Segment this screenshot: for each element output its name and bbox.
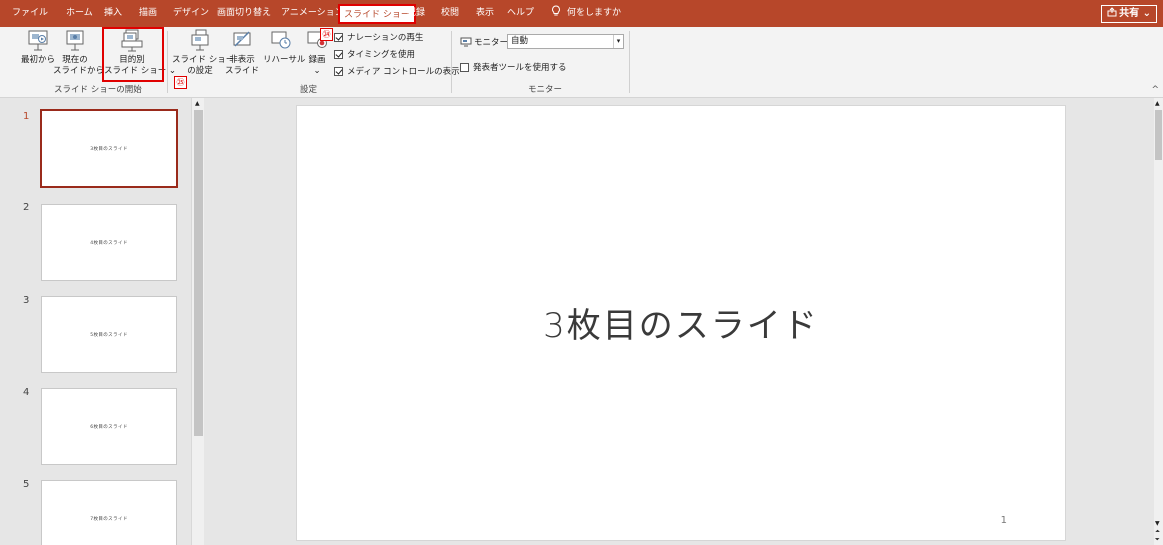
hide-slide-label-1: 非表示 [229, 55, 255, 65]
collapse-ribbon-icon[interactable]: ^ [1151, 85, 1159, 95]
presenter-view-checkbox[interactable]: 発表者ツールを使用する [460, 61, 567, 73]
thumbnail-text: 7枚目のスライド [90, 516, 128, 522]
dropdown-arrow-icon: ▾ [613, 35, 623, 48]
hide-slide-button[interactable]: 非表示 スライド [225, 29, 259, 77]
thumbnail-scrollbar[interactable]: ▲ [191, 98, 204, 545]
thumbnail-number: 1 [23, 111, 30, 122]
narration-label: ナレーションの再生 [347, 33, 424, 43]
slideshow-from-current-icon [66, 30, 84, 51]
slide-thumbnail-2[interactable]: 4枚目のスライド [41, 204, 177, 281]
group-label-monitor: モニター [528, 85, 563, 95]
highlight-box-custom-slideshow [102, 27, 164, 82]
tab-file[interactable]: ファイル [12, 0, 48, 27]
thumbnail-number: 3 [23, 295, 30, 306]
thumbnail-number: 5 [23, 479, 30, 490]
media-controls-checkbox[interactable]: メディア コントロールの表示 [334, 65, 460, 77]
tab-draw[interactable]: 描画 [139, 0, 157, 27]
from-current-button[interactable]: 現在の スライドから [53, 29, 105, 77]
callout-24: ㉔ [320, 28, 333, 41]
narration-checkbox[interactable]: ナレーションの再生 [334, 31, 423, 43]
tab-insert[interactable]: 挿入 [104, 0, 122, 27]
rehearse-timer-icon [271, 31, 291, 49]
scroll-up-icon[interactable]: ▲ [1155, 100, 1160, 107]
next-slide-icon[interactable]: ⏷ [1155, 536, 1160, 544]
slide-page-number: 1 [1000, 515, 1007, 526]
thumbnail-number: 2 [23, 202, 30, 213]
thumbnail-number: 4 [23, 387, 30, 398]
slide-thumbnail-4[interactable]: 6枚目のスライド [41, 388, 177, 465]
checkbox-checked-icon [334, 32, 343, 42]
hide-slide-label-2: スライド [225, 66, 260, 76]
slide-editing-canvas: 3枚目のスライド 1 [205, 98, 1154, 545]
tab-view[interactable]: 表示 [476, 0, 494, 27]
setup-slideshow-icon [191, 29, 209, 51]
monitor-icon [460, 37, 472, 47]
slide-title-text[interactable]: 3枚目のスライド [297, 298, 1065, 347]
tab-design[interactable]: デザイン [173, 0, 209, 27]
tab-record[interactable]: 記録 [407, 0, 425, 27]
record-label: 録画 [308, 55, 326, 65]
main-vertical-scrollbar[interactable]: ▲ ▼ ⏶ ⏷ [1154, 98, 1163, 545]
previous-slide-icon[interactable]: ⏶ [1155, 528, 1160, 536]
record-dropdown-icon[interactable]: ⌄ [303, 66, 331, 77]
tell-me-label: 何をしますか [567, 8, 622, 18]
group-separator [629, 31, 630, 93]
from-current-label-2: スライドから [53, 66, 105, 76]
slideshow-from-start-icon [28, 30, 48, 51]
thumbnail-text: 6枚目のスライド [90, 424, 128, 430]
media-controls-label: メディア コントロールの表示 [347, 67, 460, 77]
share-label: 共有 [1119, 8, 1140, 19]
slide-thumbnail-1[interactable]: 3枚目のスライド [40, 109, 178, 188]
share-icon [1107, 7, 1117, 17]
share-button[interactable]: 共有 ⌄ [1101, 5, 1157, 23]
tab-slideshow[interactable]: スライド ショー [338, 4, 416, 24]
rehearse-label: リハーサル [263, 55, 306, 65]
tab-transitions[interactable]: 画面切り替え [217, 0, 271, 27]
thumbnail-text: 5枚目のスライド [90, 332, 128, 338]
checkbox-checked-icon [334, 66, 343, 76]
slide-thumbnail-3[interactable]: 5枚目のスライド [41, 296, 177, 373]
scrollbar-thumb[interactable] [194, 110, 203, 436]
presenter-view-label: 発表者ツールを使用する [473, 63, 567, 73]
group-label-setup: 設定 [300, 85, 318, 95]
slide-thumbnail-pane: 1 3枚目のスライド 2 4枚目のスライド 3 5枚目のスライド 4 6枚目のス… [0, 98, 205, 545]
lightbulb-icon [552, 5, 560, 16]
tab-home[interactable]: ホーム [66, 0, 93, 27]
scroll-down-icon[interactable]: ▼ [1155, 520, 1160, 527]
monitor-label: モニター: [474, 38, 511, 48]
ribbon-tab-bar: ファイル ホーム 挿入 描画 デザイン 画面切り替え アニメーション スライド … [0, 0, 1163, 27]
setup-slideshow-button[interactable]: スライド ショー の設定 [172, 29, 235, 77]
thumbnail-text: 4枚目のスライド [90, 240, 128, 246]
timings-label: タイミングを使用 [347, 50, 416, 60]
tab-review[interactable]: 校閲 [441, 0, 459, 27]
monitor-dropdown[interactable]: 自動 ▾ [507, 34, 624, 49]
thumbnail-text: 3枚目のスライド [90, 146, 128, 152]
slide-thumbnail-5[interactable]: 7枚目のスライド [41, 480, 177, 545]
tell-me-box[interactable]: 何をしますか [551, 0, 621, 27]
callout-25: ㉕ [174, 76, 187, 89]
scrollbar-thumb[interactable] [1155, 110, 1162, 160]
tab-animations[interactable]: アニメーション [281, 0, 344, 27]
group-label-start-slideshow: スライド ショーの開始 [54, 85, 142, 95]
monitor-value: 自動 [511, 36, 529, 46]
from-current-label-1: 現在の [62, 55, 88, 65]
hide-slide-icon [233, 31, 251, 47]
current-slide[interactable]: 3枚目のスライド 1 [296, 105, 1066, 541]
timings-checkbox[interactable]: タイミングを使用 [334, 48, 415, 60]
checkbox-unchecked-icon [460, 62, 469, 72]
checkbox-checked-icon [334, 49, 343, 59]
tab-help[interactable]: ヘルプ [507, 0, 534, 27]
group-separator [451, 31, 452, 93]
scroll-up-icon[interactable]: ▲ [195, 100, 200, 107]
setup-slideshow-label-1: スライド ショー [172, 55, 235, 65]
setup-slideshow-label-2: の設定 [187, 66, 213, 76]
ribbon: 最初から 現在の スライドから 目的別 スライド ショー ⌄ ㉕ スライド ショ… [0, 27, 1163, 98]
group-separator [167, 31, 168, 93]
monitor-selector: モニター: [460, 36, 511, 48]
rehearse-timings-button[interactable]: リハーサル [263, 29, 306, 66]
